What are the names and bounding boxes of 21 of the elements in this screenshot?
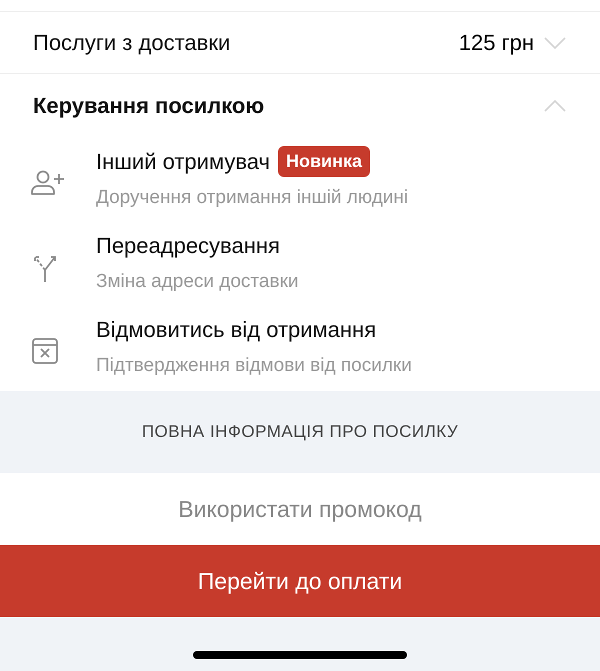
new-badge: Новинка bbox=[278, 146, 370, 178]
box-x-icon bbox=[30, 336, 60, 366]
price: 125 грн bbox=[458, 29, 534, 57]
management-option[interactable]: Переадресування Зміна адреси доставки bbox=[0, 221, 600, 305]
person-add-icon bbox=[30, 170, 66, 196]
management-option[interactable]: Відмовитись від отримання Підтвердження відмови від посилки bbox=[0, 305, 600, 389]
row-label: Послуги з доставки bbox=[33, 29, 232, 57]
delivery-services-row[interactable]: Послуги з доставки 125 грн bbox=[0, 12, 600, 74]
option-description: Доручення отримання іншій людині bbox=[96, 186, 408, 210]
option-description: Підтвердження відмови від посилки bbox=[96, 354, 412, 378]
option-title: Переадресування bbox=[96, 232, 280, 260]
option-title: Відмовитись від отримання bbox=[96, 316, 376, 344]
chevron-down-icon[interactable] bbox=[544, 36, 566, 48]
full-info-link[interactable]: ПОВНА ІНФОРМАЦІЯ ПРО ПОСИЛКУ bbox=[142, 419, 458, 445]
chevron-up-icon[interactable] bbox=[544, 100, 566, 112]
option-description: Зміна адреси доставки bbox=[96, 270, 299, 294]
option-title: Інший отримувач bbox=[96, 148, 270, 176]
section-title: Керування посилкою bbox=[33, 92, 266, 120]
pay-button[interactable]: Перейти до оплати bbox=[0, 545, 600, 617]
parcel-management-header[interactable]: Керування посилкою bbox=[0, 74, 600, 137]
management-option[interactable]: Інший отримувач Новинка Доручення отримання іншій людині bbox=[0, 137, 600, 221]
